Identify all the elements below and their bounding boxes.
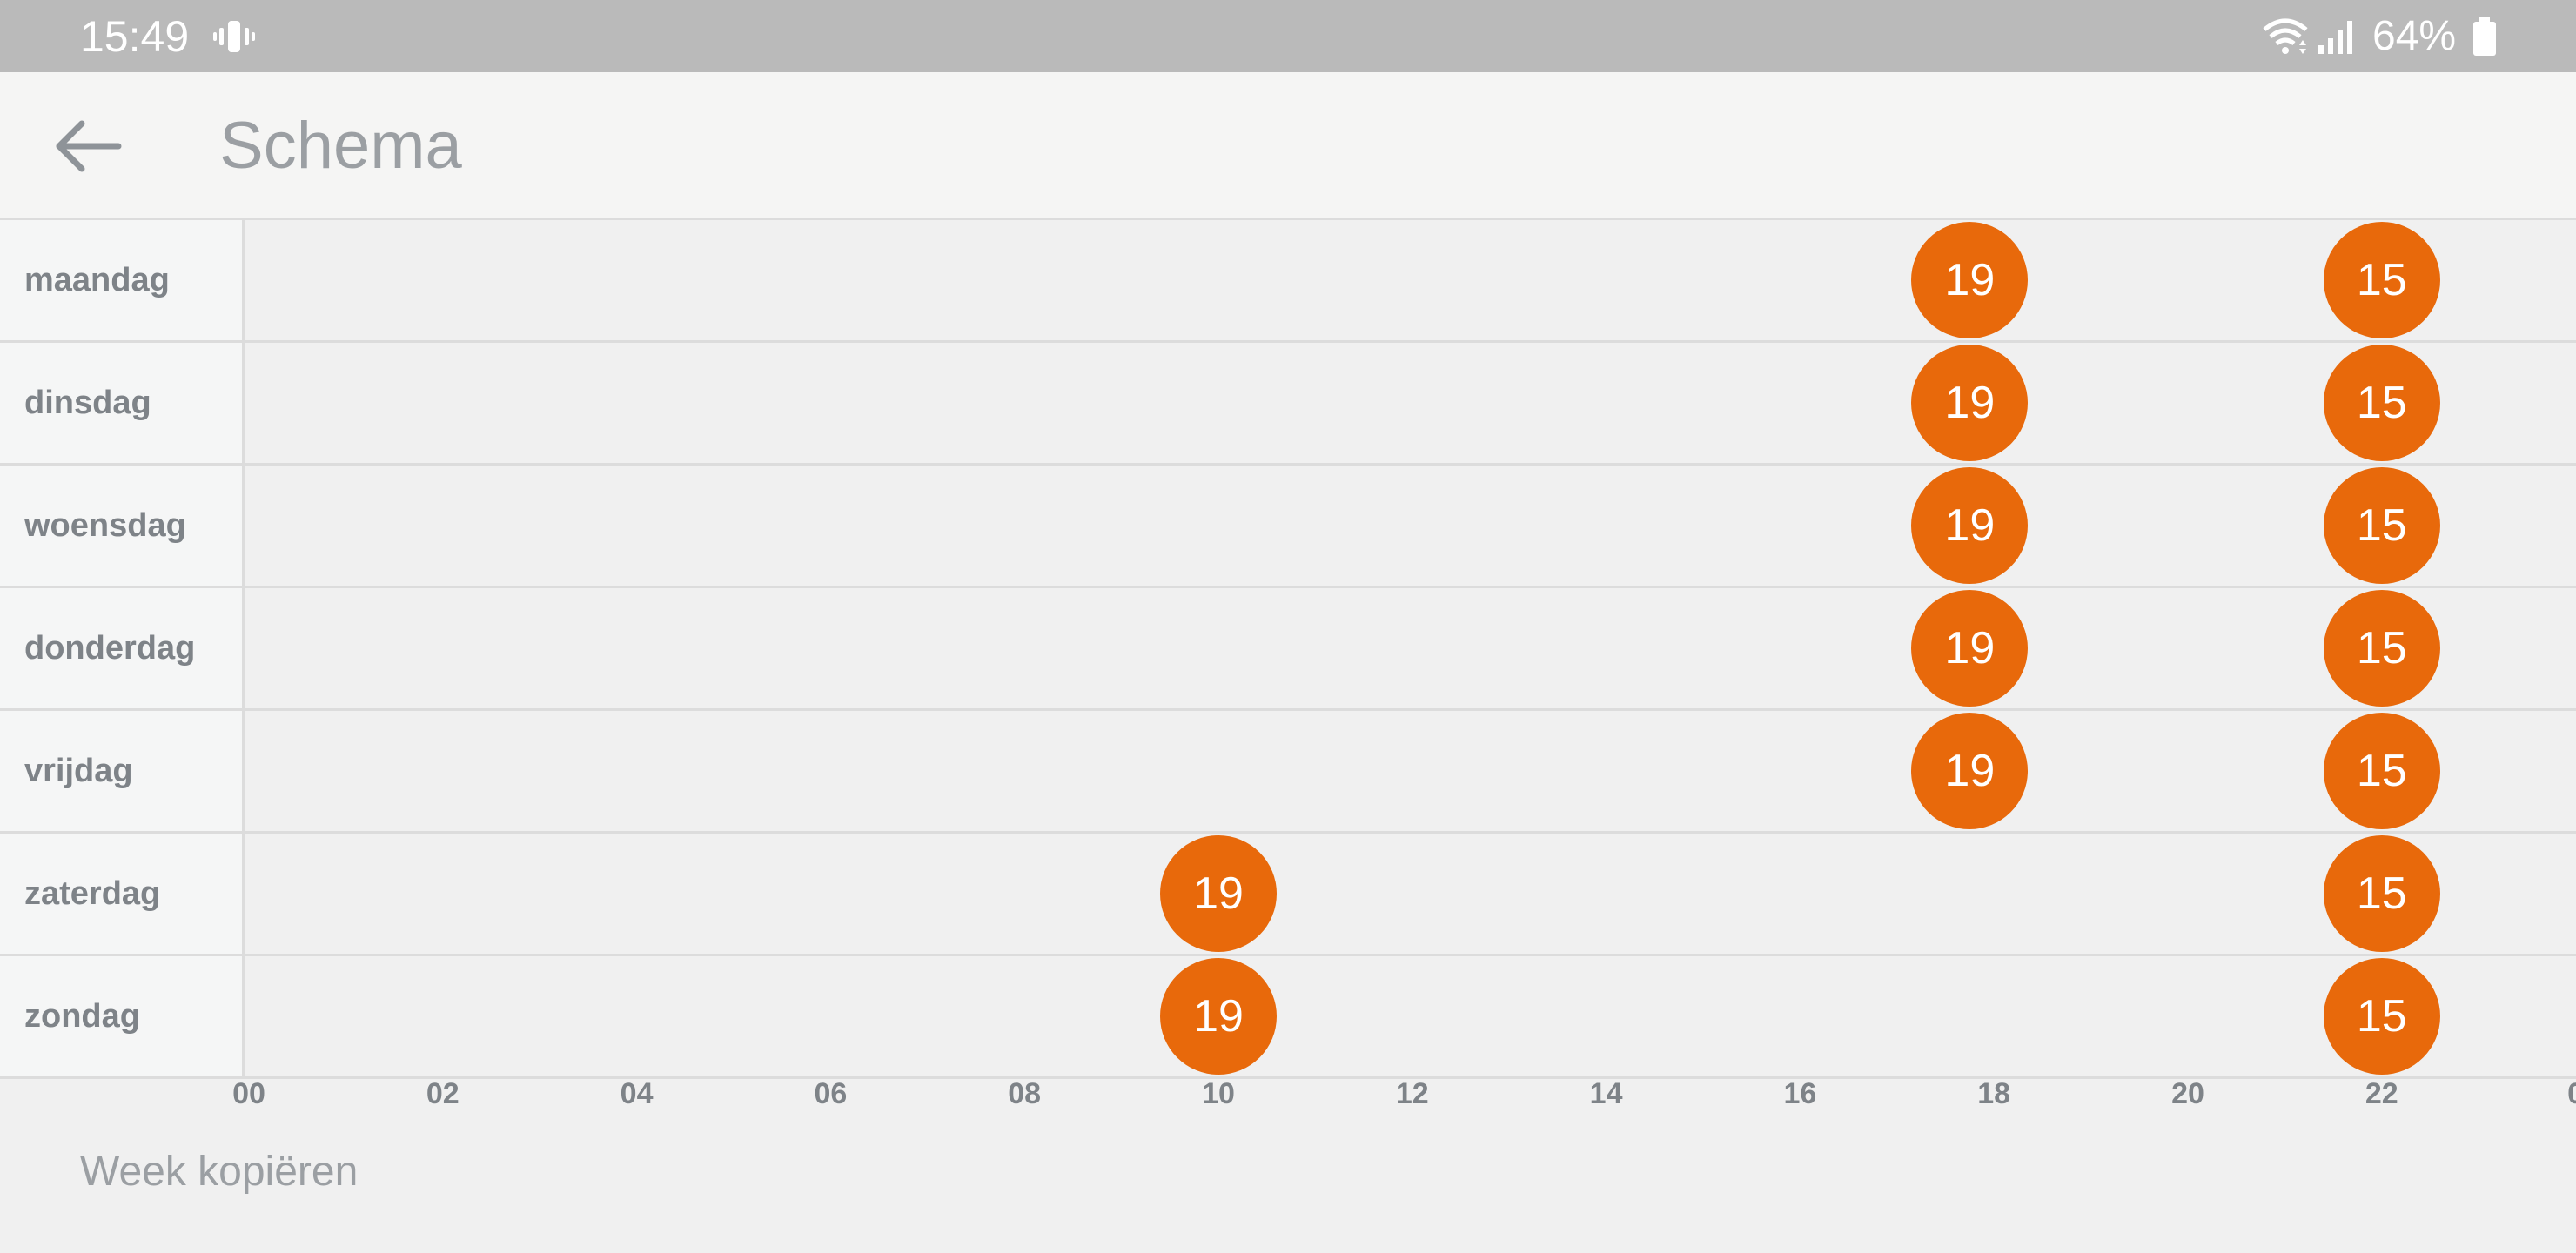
vibrate-icon: [212, 16, 256, 57]
day-label-cell: dinsdag: [0, 343, 245, 463]
signal-icon: [2315, 16, 2357, 57]
schedule-grid: maandag 19 15 dinsdag 19 15 woensdag 19 15 donder…: [0, 220, 2576, 1079]
day-row-dinsdag: dinsdag 19 15: [0, 343, 2576, 466]
axis-tick-label: 20: [2171, 1077, 2204, 1110]
temperature-setpoint[interactable]: 15: [2323, 835, 2440, 952]
day-label: vrijdag: [24, 753, 133, 789]
temperature-setpoint[interactable]: 19: [1160, 958, 1277, 1075]
day-timeline[interactable]: [249, 343, 2576, 463]
day-label: donderdag: [24, 630, 196, 667]
day-label: maandag: [24, 262, 170, 298]
day-timeline[interactable]: [249, 220, 2576, 340]
axis-tick-label: 14: [1589, 1077, 1623, 1110]
axis-tick-label: 12: [1395, 1077, 1429, 1110]
day-timeline[interactable]: [249, 711, 2576, 831]
day-label-cell: donderdag: [0, 588, 245, 708]
axis-tick-label: 16: [1783, 1077, 1817, 1110]
day-label: zaterdag: [24, 875, 161, 912]
axis-tick-label: 0: [2567, 1077, 2576, 1110]
day-label: zondag: [24, 998, 140, 1035]
day-label-cell: vrijdag: [0, 711, 245, 831]
temperature-setpoint[interactable]: 19: [1911, 590, 2029, 707]
arrow-left-icon: [56, 120, 122, 172]
temperature-setpoint[interactable]: 15: [2323, 345, 2440, 461]
axis-tick-label: 02: [426, 1077, 460, 1110]
axis-tick-label: 18: [1977, 1077, 2011, 1110]
status-time: 15:49: [80, 12, 190, 61]
day-timeline[interactable]: [249, 466, 2576, 586]
axis-tick-label: 08: [1008, 1077, 1042, 1110]
day-row-vrijdag: vrijdag 19 15: [0, 711, 2576, 834]
axis-tick-label: 06: [814, 1077, 848, 1110]
day-label: dinsdag: [24, 385, 151, 421]
page-title: Schema: [219, 109, 462, 183]
temperature-setpoint[interactable]: 19: [1911, 467, 2029, 584]
day-row-maandag: maandag 19 15: [0, 220, 2576, 343]
axis-tick-label: 00: [232, 1077, 265, 1110]
wifi-icon: [2261, 16, 2310, 57]
day-label-cell: zaterdag: [0, 834, 245, 954]
status-bar: 15:49 64%: [0, 0, 2576, 72]
battery-percentage: 64%: [2372, 13, 2457, 59]
battery-icon: [2472, 16, 2498, 57]
axis-tick-label: 10: [1202, 1077, 1235, 1110]
day-timeline[interactable]: [249, 588, 2576, 708]
temperature-setpoint[interactable]: 15: [2323, 958, 2440, 1075]
temperature-setpoint[interactable]: 15: [2323, 467, 2440, 584]
temperature-setpoint[interactable]: 15: [2323, 222, 2440, 338]
day-label: woensdag: [24, 507, 186, 544]
temperature-setpoint[interactable]: 19: [1911, 222, 2029, 338]
time-axis: 00 02 04 06 08 10 12 14 16 18 20 22 0: [0, 1075, 2576, 1118]
day-label-cell: woensdag: [0, 466, 245, 586]
day-row-zondag: zondag 19 15: [0, 956, 2576, 1079]
axis-tick-label: 04: [620, 1077, 654, 1110]
day-timeline[interactable]: [249, 834, 2576, 954]
day-timeline[interactable]: [249, 956, 2576, 1076]
copy-week-button[interactable]: Week kopiëren: [80, 1142, 358, 1203]
temperature-setpoint[interactable]: 19: [1160, 835, 1277, 952]
temperature-setpoint[interactable]: 15: [2323, 590, 2440, 707]
day-row-donderdag: donderdag 19 15: [0, 588, 2576, 711]
temperature-setpoint[interactable]: 19: [1911, 713, 2029, 829]
day-row-zaterdag: zaterdag 19 15: [0, 834, 2576, 956]
temperature-setpoint[interactable]: 19: [1911, 345, 2029, 461]
day-label-cell: zondag: [0, 956, 245, 1076]
day-row-woensdag: woensdag 19 15: [0, 466, 2576, 588]
app-bar: Schema: [0, 72, 2576, 220]
schedule-screen: 15:49 64% Schema maandag 19 15 dinsdag 1…: [0, 0, 2576, 1253]
axis-tick-label: 22: [2365, 1077, 2398, 1110]
day-label-cell: maandag: [0, 220, 245, 340]
back-button[interactable]: [42, 108, 138, 184]
temperature-setpoint[interactable]: 15: [2323, 713, 2440, 829]
